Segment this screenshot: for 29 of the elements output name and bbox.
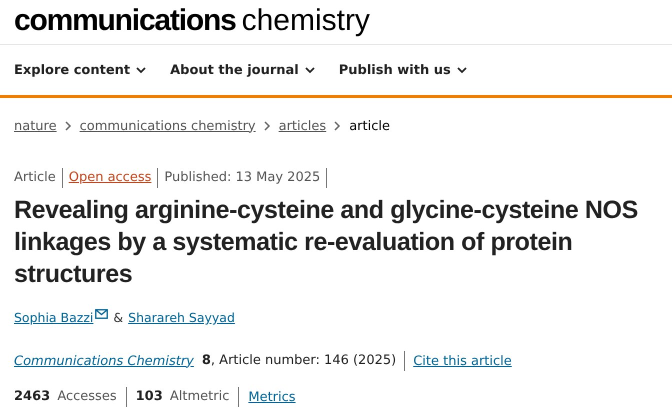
breadcrumb-current: article bbox=[349, 118, 390, 134]
chevron-down-icon bbox=[456, 66, 467, 74]
chevron-down-icon bbox=[136, 66, 146, 74]
chevron-right-icon bbox=[64, 121, 72, 131]
chevron-down-icon bbox=[304, 66, 315, 74]
metric-count: 103 Altmetric bbox=[136, 387, 240, 407]
nav-menu-button[interactable]: Explore content bbox=[14, 62, 146, 78]
article-meta: Article bbox=[14, 168, 63, 188]
nav-menu-button[interactable]: About the journal bbox=[170, 62, 315, 78]
open-access-link[interactable]: Open access bbox=[62, 168, 158, 188]
author-link[interactable]: Sharareh Sayyad bbox=[128, 310, 235, 325]
article-meta: Published: 13 May 2025 bbox=[158, 168, 328, 188]
journal-link[interactable]: Communications Chemistry bbox=[14, 354, 194, 368]
article-title: Revealing arginine-cysteine and glycine-cysteine NOS linkages by a systematic re-evaluation of protein structures bbox=[14, 195, 639, 290]
chevron-right-icon bbox=[264, 121, 271, 131]
metric-count: 2463 Accesses bbox=[14, 387, 127, 407]
chevron-right-icon bbox=[334, 121, 342, 131]
nav-menu-button[interactable]: Publish with us bbox=[338, 62, 467, 78]
author-link[interactable]: Sophia Bazzi bbox=[14, 310, 94, 325]
breadcrumb-link[interactable]: nature bbox=[14, 118, 57, 134]
cite-link[interactable]: Cite this article bbox=[413, 354, 512, 368]
breadcrumb-link[interactable]: communications chemistry bbox=[80, 118, 256, 134]
mail-icon[interactable] bbox=[95, 308, 108, 318]
logo-text[interactable]: chemistry bbox=[242, 4, 370, 38]
citation-details: 8, Article number: 146 (2025) bbox=[202, 351, 406, 371]
author-separator: & bbox=[113, 310, 124, 325]
breadcrumb-link[interactable]: articles bbox=[278, 118, 326, 134]
logo-text[interactable]: communications bbox=[14, 4, 236, 38]
metrics-link[interactable]: Metrics bbox=[248, 390, 296, 404]
